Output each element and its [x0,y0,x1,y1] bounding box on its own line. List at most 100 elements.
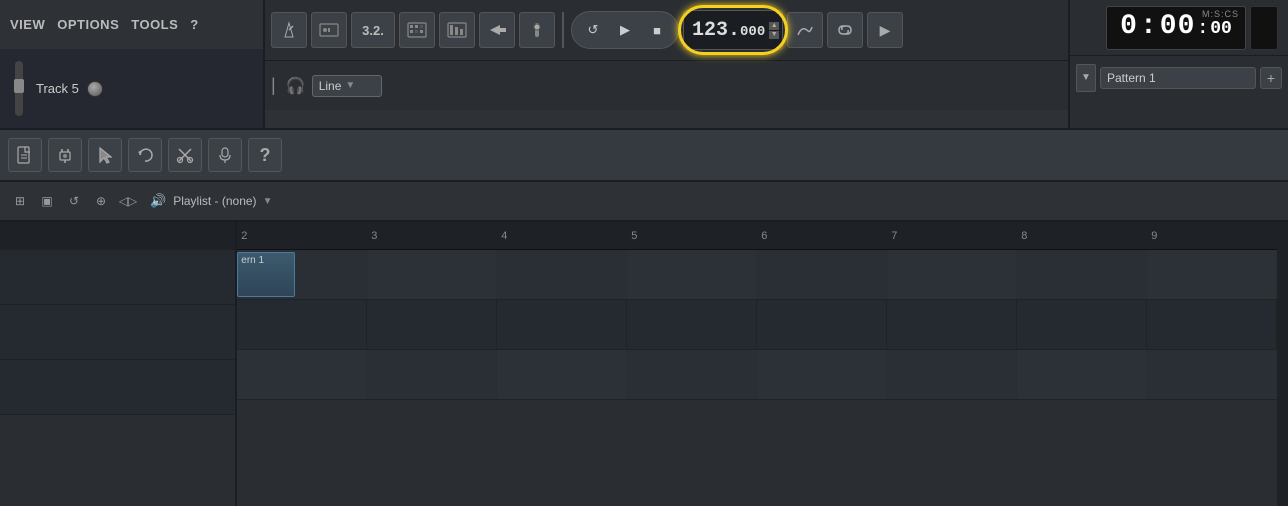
grid-cell-2-4[interactable] [627,300,757,349]
menu-view[interactable]: VIEW [10,17,45,32]
bpm-display[interactable]: 123.000 ▲ ▼ [683,10,783,50]
menu-tools[interactable]: TOOLS [131,17,178,32]
pl-volume-btn[interactable]: ◁▷ [116,189,140,213]
track-name: Track 5 [36,81,79,96]
pattern-name: Pattern 1 [1107,71,1156,85]
pattern-dd-left[interactable]: ▼ [1076,64,1096,92]
bpm-value: 123.000 [692,19,765,42]
grid-row-2[interactable] [237,300,1277,350]
play-btn[interactable]: ▶ [610,15,640,45]
left-menu: VIEW OPTIONS TOOLS ? Track 5 [0,0,265,128]
grid-cell-2-2[interactable] [367,300,497,349]
loop-btn[interactable]: ↺ [578,15,608,45]
bpm-spinners: ▲ ▼ [769,22,779,39]
timeline-num-3: 3 [367,230,497,242]
track-name-row: Track 5 [0,49,263,128]
grid-cell-1-6[interactable] [887,250,1017,299]
metronome-btn[interactable] [271,12,307,48]
grid-cell-1-4[interactable] [627,250,757,299]
pattern-btn[interactable] [399,12,435,48]
grid-cell-3-5[interactable] [757,350,887,399]
mic-btn[interactable] [208,138,242,172]
second-toolbar: ? [0,130,1288,182]
undo-btn[interactable] [128,138,162,172]
grid-rows: ern 1 [237,250,1277,506]
playlist-controls: ⊞ ▣ ↺ ⊕ ◁▷ [8,189,140,213]
pattern-clip-label: ern 1 [241,255,264,266]
curve-btn[interactable] [787,12,823,48]
line-dropdown-arrow: ▼ [345,80,355,91]
timeline-num-8: 8 [1017,230,1147,242]
grid-cell-3-4[interactable] [627,350,757,399]
mixer-btn[interactable] [519,12,555,48]
line-dropdown[interactable]: Line ▼ [312,75,382,97]
volume-slider[interactable] [15,61,23,116]
bpm-down-btn[interactable]: ▼ [769,31,779,39]
grid-cell-3-7[interactable] [1017,350,1147,399]
controls-bottom: | 🎧 Line ▼ [265,60,1068,110]
headphone-icon: 🎧 [284,74,308,98]
grid-row-1[interactable]: ern 1 [237,250,1277,300]
pl-snap-btn[interactable]: ⊞ [8,189,32,213]
grid-cell-2-3[interactable] [497,300,627,349]
pl-loop-btn[interactable]: ↺ [62,189,86,213]
menu-options[interactable]: OPTIONS [57,17,119,32]
playlist-dropdown-arrow[interactable]: ▼ [263,196,273,207]
timeline-num-4: 4 [497,230,627,242]
grid-cell-2-1[interactable] [237,300,367,349]
track-header [0,222,235,250]
time-colon-1: : [1140,11,1158,42]
grid-cell-2-7[interactable] [1017,300,1147,349]
grid-cell-1-7[interactable] [1017,250,1147,299]
menu-help[interactable]: ? [190,17,198,32]
pattern2-btn[interactable] [439,12,475,48]
track-list [0,222,237,506]
beat-display[interactable]: 3.2. [351,12,395,48]
grid-timeline: 2 3 4 5 6 7 8 9 [237,222,1277,250]
nav-right-btn[interactable]: ▶ [867,12,903,48]
pattern-dropdown[interactable]: Pattern 1 [1100,67,1256,89]
help-icon: ? [260,145,271,166]
grid-cell-1-3[interactable] [497,250,627,299]
track-row-3 [0,360,235,415]
controls-top: 3.2. [265,0,1068,60]
grid-cell-3-3[interactable] [497,350,627,399]
grid-cell-1-5[interactable] [757,250,887,299]
pl-select-btn[interactable]: ▣ [35,189,59,213]
bpm-up-btn[interactable]: ▲ [769,22,779,30]
link-btn[interactable] [827,12,863,48]
bpm-display-wrapper: 123.000 ▲ ▼ [683,10,783,50]
pl-zoom-btn[interactable]: ⊕ [89,189,113,213]
help-btn[interactable]: ? [248,138,282,172]
level-bar [1250,6,1278,50]
grid-cell-3-6[interactable] [887,350,1017,399]
track-row-2 [0,305,235,360]
grid-cell-3-2[interactable] [367,350,497,399]
stop-btn[interactable]: ■ [642,15,672,45]
cursor-btn[interactable] [88,138,122,172]
cut-btn[interactable] [168,138,202,172]
vertical-scrollbar[interactable] [1277,222,1288,506]
pattern-row: ▼ Pattern 1 + [1070,55,1288,99]
grid-row-3[interactable] [237,350,1277,400]
time-sig-btn[interactable] [311,12,347,48]
grid-cell-1-2[interactable] [367,250,497,299]
grid-cell-3-1[interactable] [237,350,367,399]
position-icon: | [271,75,276,96]
pan-knob[interactable] [87,81,103,97]
timeline-num-6: 6 [757,230,887,242]
time-display-box: M:S:CS 0 : 00 : 00 [1106,6,1246,50]
plugin-btn[interactable] [48,138,82,172]
add-pattern-btn[interactable]: + [1260,67,1282,89]
grid-cell-1-8[interactable] [1147,250,1277,299]
speaker-icon: 🔊 [150,193,166,209]
main-controls: 3.2. [265,0,1068,128]
grid-cell-2-8[interactable] [1147,300,1277,349]
grid-cell-3-8[interactable] [1147,350,1277,399]
grid-cell-2-6[interactable] [887,300,1017,349]
pattern-clip[interactable]: ern 1 [237,252,295,297]
arrow-btn[interactable] [479,12,515,48]
playlist-label[interactable]: 🔊 Playlist - (none) ▼ [150,193,272,209]
new-btn[interactable] [8,138,42,172]
grid-cell-2-5[interactable] [757,300,887,349]
